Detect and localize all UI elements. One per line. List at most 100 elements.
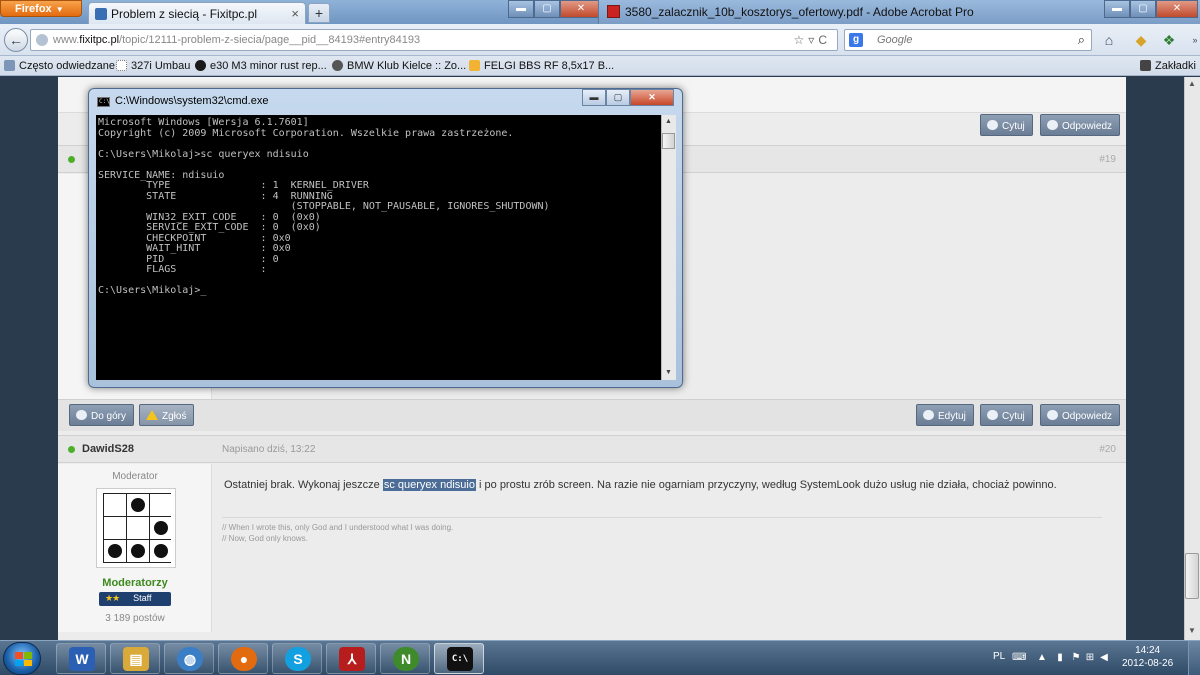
acrobat-minimize-button[interactable]: ▬: [1104, 0, 1130, 18]
reply-icon: [1047, 120, 1058, 130]
bookmarks-toolbar: Często odwiedzane 327i Umbau e30 M3 mino…: [0, 56, 1200, 76]
back-button[interactable]: ←: [4, 28, 28, 52]
reply-button[interactable]: Odpowiedz: [1040, 404, 1121, 426]
show-desktop-button[interactable]: [1188, 641, 1200, 675]
messenger-icon: ◍: [177, 647, 203, 671]
online-indicator: [68, 156, 75, 163]
language-indicator[interactable]: PL: [993, 651, 1005, 662]
quote-button[interactable]: Cytuj: [980, 404, 1033, 426]
taskbar-firefox[interactable]: ●: [218, 643, 268, 674]
post-date: Napisano dziś, 13:22: [222, 444, 316, 455]
network-icon[interactable]: ⊞: [1084, 652, 1096, 664]
author-column: Moderator Moderatorzy ★★ Staff 3 189 post…: [58, 464, 212, 632]
acrobat-maximize-button[interactable]: ▢: [1130, 0, 1156, 18]
rank-stars-icon: ★★: [105, 593, 120, 603]
bookmark-star-icon[interactable]: ☆: [794, 33, 809, 47]
tab-close-icon[interactable]: ×: [291, 6, 299, 21]
bookmark-327i-umbau[interactable]: 327i Umbau: [116, 60, 190, 72]
firefox-menu-button[interactable]: Firefox ▼: [0, 0, 82, 17]
keyboard-icon[interactable]: ⌨: [1012, 652, 1026, 664]
acrobat-title: 3580_zalacznik_10b_kosztorys_ofertowy.pd…: [625, 5, 974, 19]
cmd-close-button[interactable]: ✕: [630, 89, 674, 106]
acrobat-window-controls: ▬ ▢ ✕: [1104, 0, 1198, 18]
show-hidden-icons-icon[interactable]: ▲: [1036, 652, 1048, 664]
reload-icon[interactable]: C: [818, 33, 831, 47]
taskbar-messenger[interactable]: ◍: [164, 643, 214, 674]
bmw-icon: [195, 60, 206, 71]
warning-icon: [146, 410, 158, 420]
post-header-20: DawidS28 Napisano dziś, 13:22 #20: [58, 435, 1126, 463]
cmd-icon: C:\: [97, 97, 110, 107]
search-input[interactable]: g Google ⌕: [844, 29, 1092, 51]
bookmark-e30-m3[interactable]: e30 M3 minor rust rep...: [195, 60, 327, 72]
folder-icon: ▤: [123, 647, 149, 671]
cmd-scroll-thumb[interactable]: [662, 133, 675, 149]
author-name[interactable]: DawidS28: [82, 443, 134, 455]
taskbar-norton[interactable]: N: [380, 643, 430, 674]
volume-icon[interactable]: ◀: [1098, 652, 1110, 664]
taskbar-skype[interactable]: S: [272, 643, 322, 674]
page-scroll-thumb[interactable]: [1185, 553, 1199, 599]
google-icon[interactable]: g: [849, 33, 863, 47]
addon-icon[interactable]: ◆: [1132, 31, 1150, 49]
signature: // When I wrote this, only God and I und…: [222, 517, 1102, 544]
norton-icon: N: [393, 647, 419, 671]
cmd-scroll-down-icon[interactable]: ▼: [663, 369, 674, 376]
edit-icon: [923, 410, 934, 420]
quote-icon: [987, 120, 998, 130]
cmd-window-title: C:\Windows\system32\cmd.exe: [115, 95, 269, 107]
browser-titlebar: Firefox ▼ Problem z siecią - Fixitpc.pl ×…: [0, 0, 1200, 24]
bookmark-bmw-klub-kielce[interactable]: BMW Klub Kielce :: Zo...: [332, 60, 466, 72]
dropdown-icon[interactable]: ▿: [808, 33, 818, 47]
device-icon[interactable]: ▮: [1054, 652, 1066, 664]
post-number[interactable]: #20: [1099, 444, 1116, 455]
cmd-console[interactable]: Microsoft Windows [Wersja 6.1.7601] Copy…: [96, 115, 661, 380]
taskbar-word[interactable]: W: [56, 643, 106, 674]
extension-icon[interactable]: ❖: [1160, 31, 1178, 49]
acrobat-close-button[interactable]: ✕: [1156, 0, 1198, 18]
cmd-scroll-up-icon[interactable]: ▲: [663, 118, 674, 125]
to-top-button[interactable]: Do góry: [69, 404, 135, 426]
maximize-button[interactable]: ▢: [534, 0, 560, 18]
reply-button[interactable]: Odpowiedz: [1040, 114, 1121, 136]
url-bar[interactable]: www.fixitpc.pl/topic/12111-problem-z-sie…: [30, 29, 838, 51]
bookmark-czesto-odwiedzane[interactable]: Często odwiedzane: [4, 60, 115, 72]
post-number[interactable]: #19: [1099, 154, 1116, 165]
taskbar-cmd[interactable]: C:\: [434, 643, 484, 674]
scroll-up-icon[interactable]: ▲: [1186, 79, 1198, 91]
quote-icon: [987, 410, 998, 420]
url-bar-actions: ☆▿C: [794, 33, 831, 47]
reply-icon: [1047, 410, 1058, 420]
cmd-minimize-button[interactable]: ▬: [582, 89, 606, 106]
home-icon[interactable]: ⌂: [1100, 31, 1118, 49]
tab-problem-z-siecia[interactable]: Problem z siecią - Fixitpc.pl ×: [88, 2, 306, 24]
flag-icon[interactable]: ⚑: [1070, 652, 1082, 664]
minimize-button[interactable]: ▬: [508, 0, 534, 18]
acrobat-window-titlebar[interactable]: 3580_zalacznik_10b_kosztorys_ofertowy.pd…: [598, 0, 1200, 24]
bookmarks-star-icon: [1140, 60, 1151, 71]
report-button[interactable]: Zgłoś: [139, 404, 195, 426]
author-group: Moderatorzy: [102, 577, 168, 589]
start-button[interactable]: [3, 642, 41, 675]
bookmark-felgi-bbs[interactable]: FELGI BBS RF 8,5x17 B...: [469, 60, 614, 72]
overflow-chevron-icon[interactable]: »: [1186, 31, 1200, 49]
new-tab-button[interactable]: +: [308, 3, 330, 23]
cmd-maximize-button[interactable]: ▢: [606, 89, 630, 106]
close-button[interactable]: ✕: [560, 0, 602, 18]
clock[interactable]: 14:24 2012-08-26: [1122, 644, 1173, 670]
cmd-scrollbar[interactable]: [661, 115, 676, 380]
taskbar-explorer[interactable]: ▤: [110, 643, 160, 674]
post-count: 3 189 postów: [105, 613, 165, 624]
bookmarks-menu-button[interactable]: Zakładki: [1140, 60, 1196, 72]
quote-button[interactable]: Cytuj: [980, 114, 1033, 136]
search-icon[interactable]: ⌕: [1078, 32, 1085, 48]
edit-button[interactable]: Edytuj: [916, 404, 974, 426]
page-icon: [116, 60, 127, 71]
word-icon: W: [69, 647, 95, 671]
cmd-window[interactable]: C:\ C:\Windows\system32\cmd.exe ▬ ▢ ✕ Mi…: [88, 88, 683, 388]
avatar[interactable]: [96, 488, 176, 568]
online-indicator: [68, 446, 75, 453]
taskbar-acrobat[interactable]: ⅄: [326, 643, 376, 674]
skype-icon: S: [285, 647, 311, 671]
scroll-down-icon[interactable]: ▼: [1186, 626, 1198, 638]
